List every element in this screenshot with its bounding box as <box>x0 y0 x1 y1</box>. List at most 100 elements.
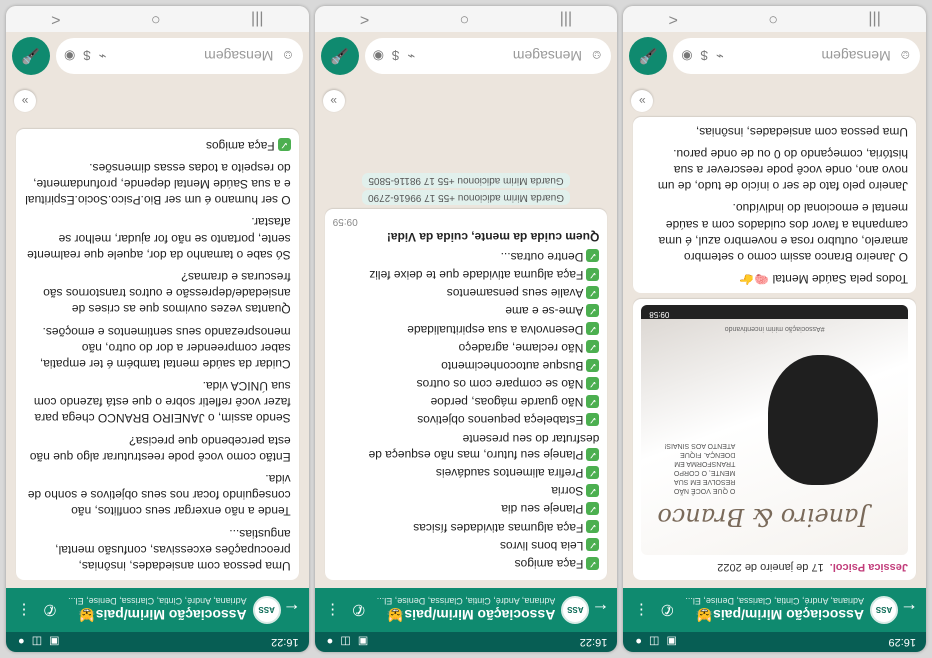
list-item: ✓Busque autoconhecimento <box>333 358 600 374</box>
input-bar: ☺ Mensagem ⌁ $ ◉ 🎤 <box>623 32 926 80</box>
emoji-icon[interactable]: ☺ <box>899 49 912 64</box>
poster-footer: #Associação mirim incentivando <box>724 324 825 332</box>
message-sender: Jessica Psicol. 17 de janeiro de 2022 <box>641 559 908 574</box>
recent-apps-icon[interactable]: ||| <box>868 10 880 28</box>
back-arrow-icon[interactable]: ← <box>591 600 609 621</box>
list-item: ✓Planeje seu futuro, mas não esqueça de … <box>333 431 600 463</box>
list-item-text: Ame-se e ame <box>505 304 584 319</box>
janeiro-branco-poster[interactable]: Janeiro & Branco O QUE VOCÊ NÃO RESOLVE … <box>641 305 908 556</box>
screenshot-collage: 16:29 ▣ ◫ ● ← ASS Associação Mirim/pais😸… <box>0 0 932 658</box>
nav-back-icon[interactable]: < <box>51 10 60 28</box>
payment-icon[interactable]: $ <box>392 49 399 64</box>
message-input[interactable]: ☺ Mensagem ⌁ $ ◉ <box>673 38 920 74</box>
list-item: ✓Dentre outras... <box>333 249 600 265</box>
check-icon: ✓ <box>586 394 600 408</box>
chat-header: ← ASS Associação Mirim/pais😸 Adriana, An… <box>314 588 618 632</box>
payment-icon[interactable]: $ <box>83 49 90 64</box>
message-bubble: Todos pela Saúde Mental 🧠👉 O Janeiro Bra… <box>633 117 916 294</box>
payment-icon[interactable]: $ <box>701 49 708 64</box>
list-item: ✓Avalie seus pensamentos <box>333 285 600 301</box>
home-icon[interactable]: ○ <box>460 10 470 28</box>
message-placeholder: Mensagem <box>204 48 274 64</box>
list-item: ✓Não se compare com os outros <box>333 376 600 392</box>
emoji-icon[interactable]: ☺ <box>281 49 294 64</box>
attach-icon[interactable]: ⌁ <box>716 48 724 64</box>
recent-apps-icon[interactable]: ||| <box>251 10 263 28</box>
mic-button[interactable]: 🎤 <box>11 37 50 75</box>
list-item: ✓Não guarde mágoas, perdoe <box>333 394 600 410</box>
group-title: Associação Mirim/pais😸 <box>78 607 247 624</box>
chat-area[interactable]: Uma pessoa com ansiedades, insônias, pre… <box>6 80 309 588</box>
mic-button[interactable]: 🎤 <box>629 37 668 75</box>
nav-back-icon[interactable]: < <box>360 10 369 28</box>
check-icon: ✓ <box>586 502 600 516</box>
chat-title-block[interactable]: Associação Mirim/pais😸 Adriana, André, C… <box>66 597 247 624</box>
check-icon: ✓ <box>586 322 600 336</box>
scroll-down-icon[interactable]: » <box>322 90 345 112</box>
chat-area[interactable]: Jessica Psicol. 17 de janeiro de 2022 Jan… <box>623 80 926 588</box>
list-item-text: Desenvolva a sua espiritualidade <box>407 322 584 337</box>
message-bubble: ✓Faça amigos ✓Leia bons livros ✓Faça algum… <box>324 208 608 580</box>
back-arrow-icon[interactable]: ← <box>900 600 918 621</box>
tips-list: ✓Faça amigos ✓Leia bons livros ✓Faça algum… <box>333 249 600 572</box>
back-arrow-icon[interactable]: ← <box>283 600 301 621</box>
nav-bar: ||| ○ < <box>623 6 926 32</box>
phone-screen-2: 16:22 ▣ ◫ ● ← ASS Associação Mirim/pais😸… <box>314 6 618 652</box>
status-icons: ▣ ◫ ● <box>633 635 677 648</box>
check-icon: ✓ <box>586 447 600 461</box>
group-title: Associação Mirim/pais😸 <box>695 607 864 624</box>
more-options-icon[interactable]: ⋮ <box>14 601 34 619</box>
list-item-text: Não guarde mágoas, perdoe <box>430 395 584 410</box>
attach-icon[interactable]: ⌁ <box>99 48 107 64</box>
chat-header: ← ASS Associação Mirim/pais😸 Adriana, An… <box>5 588 309 632</box>
message-paragraph: Tende a não enxergar seus conflitos, não… <box>27 472 291 519</box>
message-input[interactable]: ☺ Mensagem ⌁ $ ◉ <box>55 38 303 74</box>
emoji-icon[interactable]: ☺ <box>590 49 603 64</box>
message-paragraph: Só sabe o tamanho da dor, aquele que rea… <box>27 215 291 262</box>
status-bar: 16:29 ▣ ◫ ● <box>623 632 926 652</box>
camera-icon[interactable]: ◉ <box>64 48 75 64</box>
add-call-icon[interactable]: ✆ <box>657 601 677 619</box>
nav-back-icon[interactable]: < <box>669 10 678 28</box>
list-item: ✓Sorria <box>333 483 600 499</box>
group-avatar[interactable]: ASS <box>870 596 898 624</box>
nav-bar: ||| ○ < <box>314 6 618 32</box>
group-avatar[interactable]: ASS <box>252 596 281 624</box>
mic-button[interactable]: 🎤 <box>320 37 359 75</box>
add-call-icon[interactable]: ✆ <box>349 601 369 619</box>
scroll-down-icon[interactable]: » <box>13 90 36 112</box>
more-options-icon[interactable]: ⋮ <box>631 601 651 619</box>
chat-area[interactable]: ✓Faça amigos ✓Leia bons livros ✓Faça algum… <box>315 80 618 588</box>
chat-title-block[interactable]: Associação Mirim/pais😸 Adriana, André, C… <box>375 597 556 624</box>
camera-icon[interactable]: ◉ <box>373 48 384 64</box>
list-item: ✓Estabeleça pequenos objetivos <box>333 412 600 428</box>
message-paragraphs: Uma pessoa com ansiedades, insônias, pre… <box>24 160 291 574</box>
poster-time: 09:58 <box>641 305 908 320</box>
scroll-down-icon[interactable]: » <box>631 90 654 112</box>
system-message: Guarda Mirim adicionou +55 17 99616-2790 <box>325 189 608 205</box>
message-input[interactable]: ☺ Mensagem ⌁ $ ◉ <box>364 38 612 74</box>
sender-name[interactable]: Jessica Psicol. <box>830 561 908 573</box>
message-bubble: Uma pessoa com ansiedades, insônias, pre… <box>15 129 299 580</box>
message-placeholder: Mensagem <box>821 48 891 64</box>
message-paragraph: O ser humano é um ser Bio.Psico.Socio.Es… <box>25 160 291 208</box>
home-icon[interactable]: ○ <box>151 10 161 28</box>
message-paragraph: Cuidar da saúde mental também é ter empa… <box>39 324 291 371</box>
message-time: 09:59 <box>332 216 358 228</box>
add-call-icon[interactable]: ✆ <box>40 601 60 619</box>
list-item-text: Faça alguma atividade que te deixe feliz <box>369 268 584 282</box>
list-item-text: Busque autoconhecimento <box>441 358 584 373</box>
home-icon[interactable]: ○ <box>768 10 778 28</box>
list-item: ✓Ame-se e ame <box>333 303 600 319</box>
message-paragraph: Uma pessoa com ansiedades, insônias, pre… <box>55 526 291 573</box>
camera-icon[interactable]: ◉ <box>681 48 692 64</box>
check-icon: ✓ <box>586 465 600 479</box>
more-options-icon[interactable]: ⋮ <box>323 601 343 619</box>
group-avatar[interactable]: ASS <box>561 596 590 624</box>
recent-apps-icon[interactable]: ||| <box>560 10 572 28</box>
chat-title-block[interactable]: Associação Mirim/pais😸 Adriana, André, C… <box>683 597 864 624</box>
check-icon: ✓ <box>586 556 600 570</box>
list-item: ✓Não reclame, agradeço <box>333 340 600 356</box>
attach-icon[interactable]: ⌁ <box>407 48 415 64</box>
list-item: ✓Desenvolva a sua espiritualidade <box>333 321 600 337</box>
